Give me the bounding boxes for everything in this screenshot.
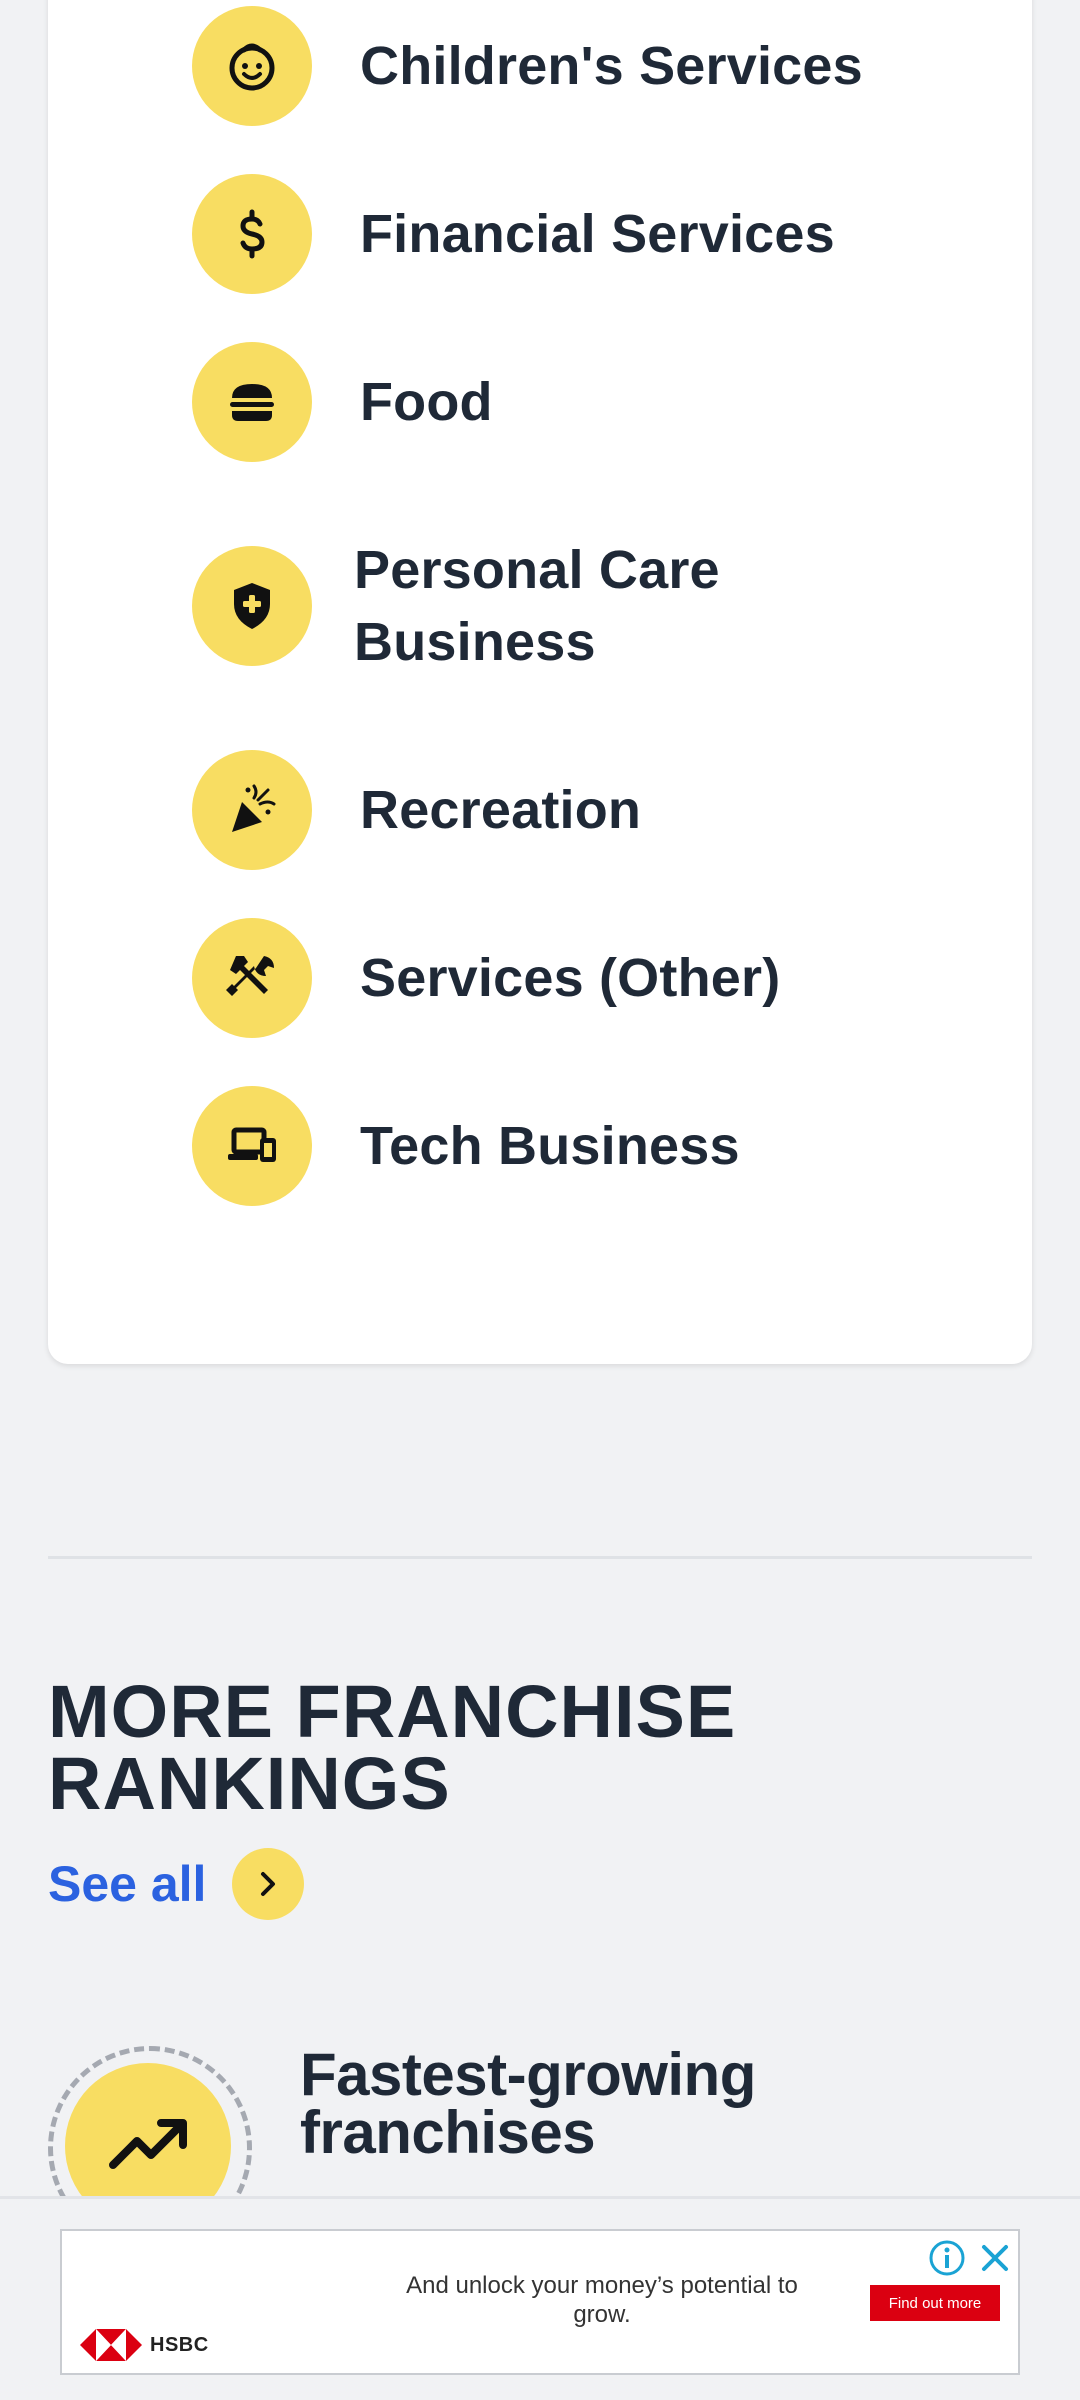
close-icon[interactable] xyxy=(976,2239,1014,2277)
ad-banner: And unlock your money’s potential to gro… xyxy=(0,2196,1080,2400)
category-label: Personal Care Business xyxy=(354,540,720,672)
ad-text: And unlock your money’s potential to gro… xyxy=(406,2272,798,2328)
category-item-childrens-services[interactable]: Children's Services xyxy=(192,6,1052,126)
devices-icon xyxy=(192,1086,312,1206)
category-item-food[interactable]: Food xyxy=(192,342,1052,462)
party-popper-icon xyxy=(192,750,312,870)
category-label: Services (Other) xyxy=(360,948,781,1008)
see-all-link[interactable]: See all xyxy=(48,1848,305,1920)
category-item-recreation[interactable]: Recreation xyxy=(192,750,1052,870)
chevron-right-icon xyxy=(232,1848,305,1920)
category-label: Financial Services xyxy=(360,204,835,264)
section-title: MORE FRANCHISE RANKINGS xyxy=(48,1670,737,1825)
burger-icon xyxy=(192,342,312,462)
ranking-item-title: Fastest-growing franchises xyxy=(300,2041,756,2166)
ad-creative[interactable]: And unlock your money’s potential to gro… xyxy=(60,2229,1020,2375)
category-item-services-other[interactable]: Services (Other) xyxy=(192,918,1052,1038)
category-item-financial-services[interactable]: Financial Services xyxy=(192,174,1052,294)
category-list-card: Children's Services Financial Services F… xyxy=(48,0,1032,1364)
ad-cta-button[interactable]: Find out more xyxy=(870,2285,1000,2321)
category-item-tech-business[interactable]: Tech Business xyxy=(192,1086,1052,1206)
see-all-label: See all xyxy=(48,1856,207,1912)
category-label: Recreation xyxy=(360,780,642,840)
category-label: Children's Services xyxy=(360,36,863,96)
section-divider xyxy=(48,1556,1032,1559)
dollar-icon xyxy=(192,174,312,294)
hsbc-logo: HSBC xyxy=(80,2329,209,2361)
info-icon[interactable] xyxy=(928,2239,966,2277)
tools-icon xyxy=(192,918,312,1038)
category-label: Food xyxy=(360,372,493,432)
category-item-personal-care-business[interactable]: Personal Care Business xyxy=(192,540,1052,672)
ad-brand: HSBC xyxy=(150,2333,209,2356)
child-face-icon xyxy=(192,6,312,126)
shield-plus-icon xyxy=(192,546,312,666)
category-label: Tech Business xyxy=(360,1116,740,1176)
